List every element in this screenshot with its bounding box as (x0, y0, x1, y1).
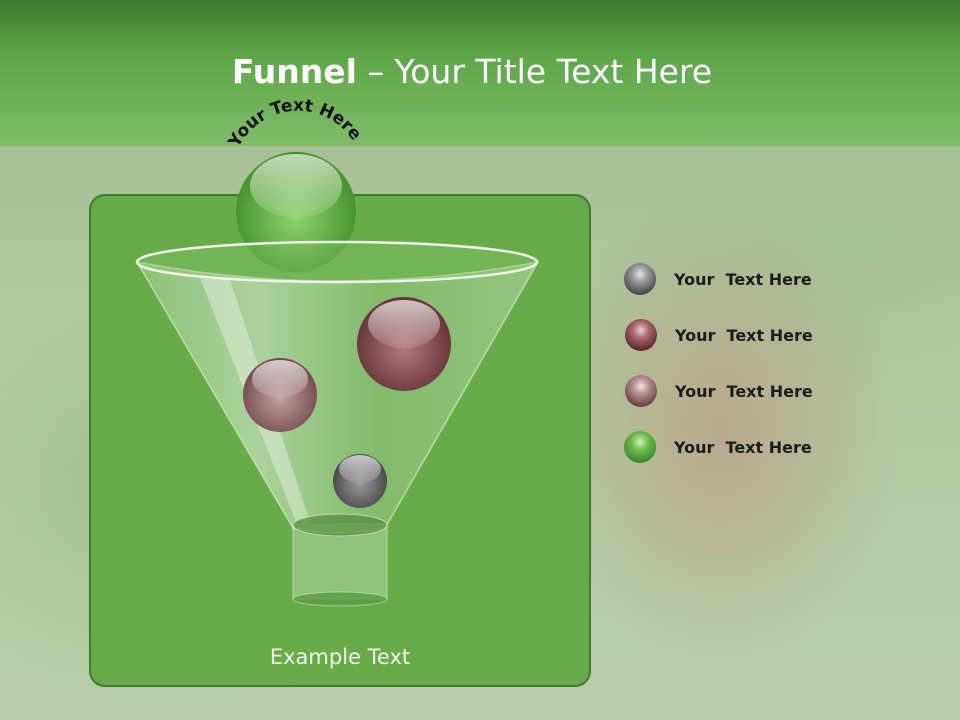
legend-label: Your Text Here (675, 325, 813, 345)
legend-ball-green-icon (624, 431, 656, 463)
panel-caption[interactable]: Example Text (89, 645, 591, 669)
funnel-graphic: Your Text Here (135, 96, 540, 607)
legend-item-4[interactable]: Your Text Here (624, 430, 812, 464)
ball-rose-medium (243, 358, 317, 432)
legend-label: Your Text Here (675, 381, 813, 401)
legend-ball-gray-icon (624, 263, 656, 295)
legend-label: Your Text Here (674, 437, 812, 457)
legend-ball-rose-icon (625, 375, 657, 407)
legend-item-2[interactable]: Your Text Here (625, 318, 813, 352)
legend-item-3[interactable]: Your Text Here (625, 374, 813, 408)
legend-label: Your Text Here (674, 269, 812, 289)
arc-text[interactable]: Your Text Here (224, 96, 365, 152)
ball-gray-small (333, 454, 387, 508)
legend-ball-red-icon (625, 319, 657, 351)
funnel-spout (292, 513, 388, 607)
legend-item-1[interactable]: Your Text Here (624, 262, 812, 296)
ball-red-large (357, 297, 451, 391)
